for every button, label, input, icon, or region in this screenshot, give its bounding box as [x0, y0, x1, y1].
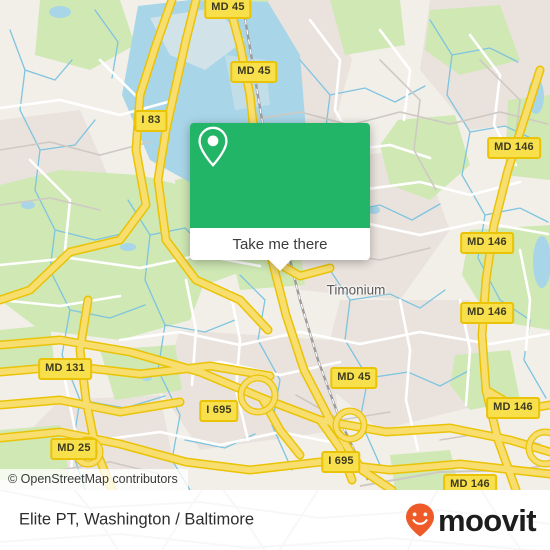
- footer-bar: Elite PT, Washington / Baltimore moovit: [0, 490, 550, 550]
- moovit-wordmark: moovit: [437, 502, 537, 538]
- popup-tail: [269, 260, 291, 271]
- map-pin-icon: [198, 126, 228, 167]
- road-shield[interactable]: MD 25: [50, 438, 98, 460]
- map-canvas[interactable]: Timonium MD 45 MD 45 I 83 MD 146 MD 146 …: [0, 0, 550, 490]
- popup-header: [190, 123, 370, 228]
- road-shield[interactable]: MD 131: [38, 358, 92, 380]
- road-shield[interactable]: MD 45: [204, 0, 252, 19]
- location-popup[interactable]: Take me there: [190, 123, 370, 271]
- take-me-there-button[interactable]: Take me there: [190, 228, 370, 260]
- moovit-logo[interactable]: moovit: [403, 502, 537, 538]
- page-title: Elite PT, Washington / Baltimore: [19, 510, 255, 529]
- moovit-smiley-pin-icon: [405, 503, 434, 537]
- map-screen: Timonium MD 45 MD 45 I 83 MD 146 MD 146 …: [0, 0, 550, 550]
- take-me-there-label: Take me there: [232, 235, 328, 253]
- road-shield[interactable]: I 695: [321, 451, 361, 473]
- road-shield[interactable]: MD 146: [487, 137, 541, 159]
- road-shield[interactable]: I 695: [199, 400, 239, 422]
- place-label-timonium: Timonium: [326, 282, 386, 298]
- map-attribution[interactable]: © OpenStreetMap contributors: [0, 468, 188, 490]
- road-shield[interactable]: MD 146: [443, 474, 497, 490]
- road-shield[interactable]: MD 146: [460, 232, 514, 254]
- road-shield[interactable]: MD 45: [330, 367, 378, 389]
- road-shield[interactable]: MD 146: [486, 397, 540, 419]
- road-shield[interactable]: I 83: [134, 110, 168, 132]
- road-shield[interactable]: MD 45: [230, 61, 278, 83]
- road-shield[interactable]: MD 146: [460, 302, 514, 324]
